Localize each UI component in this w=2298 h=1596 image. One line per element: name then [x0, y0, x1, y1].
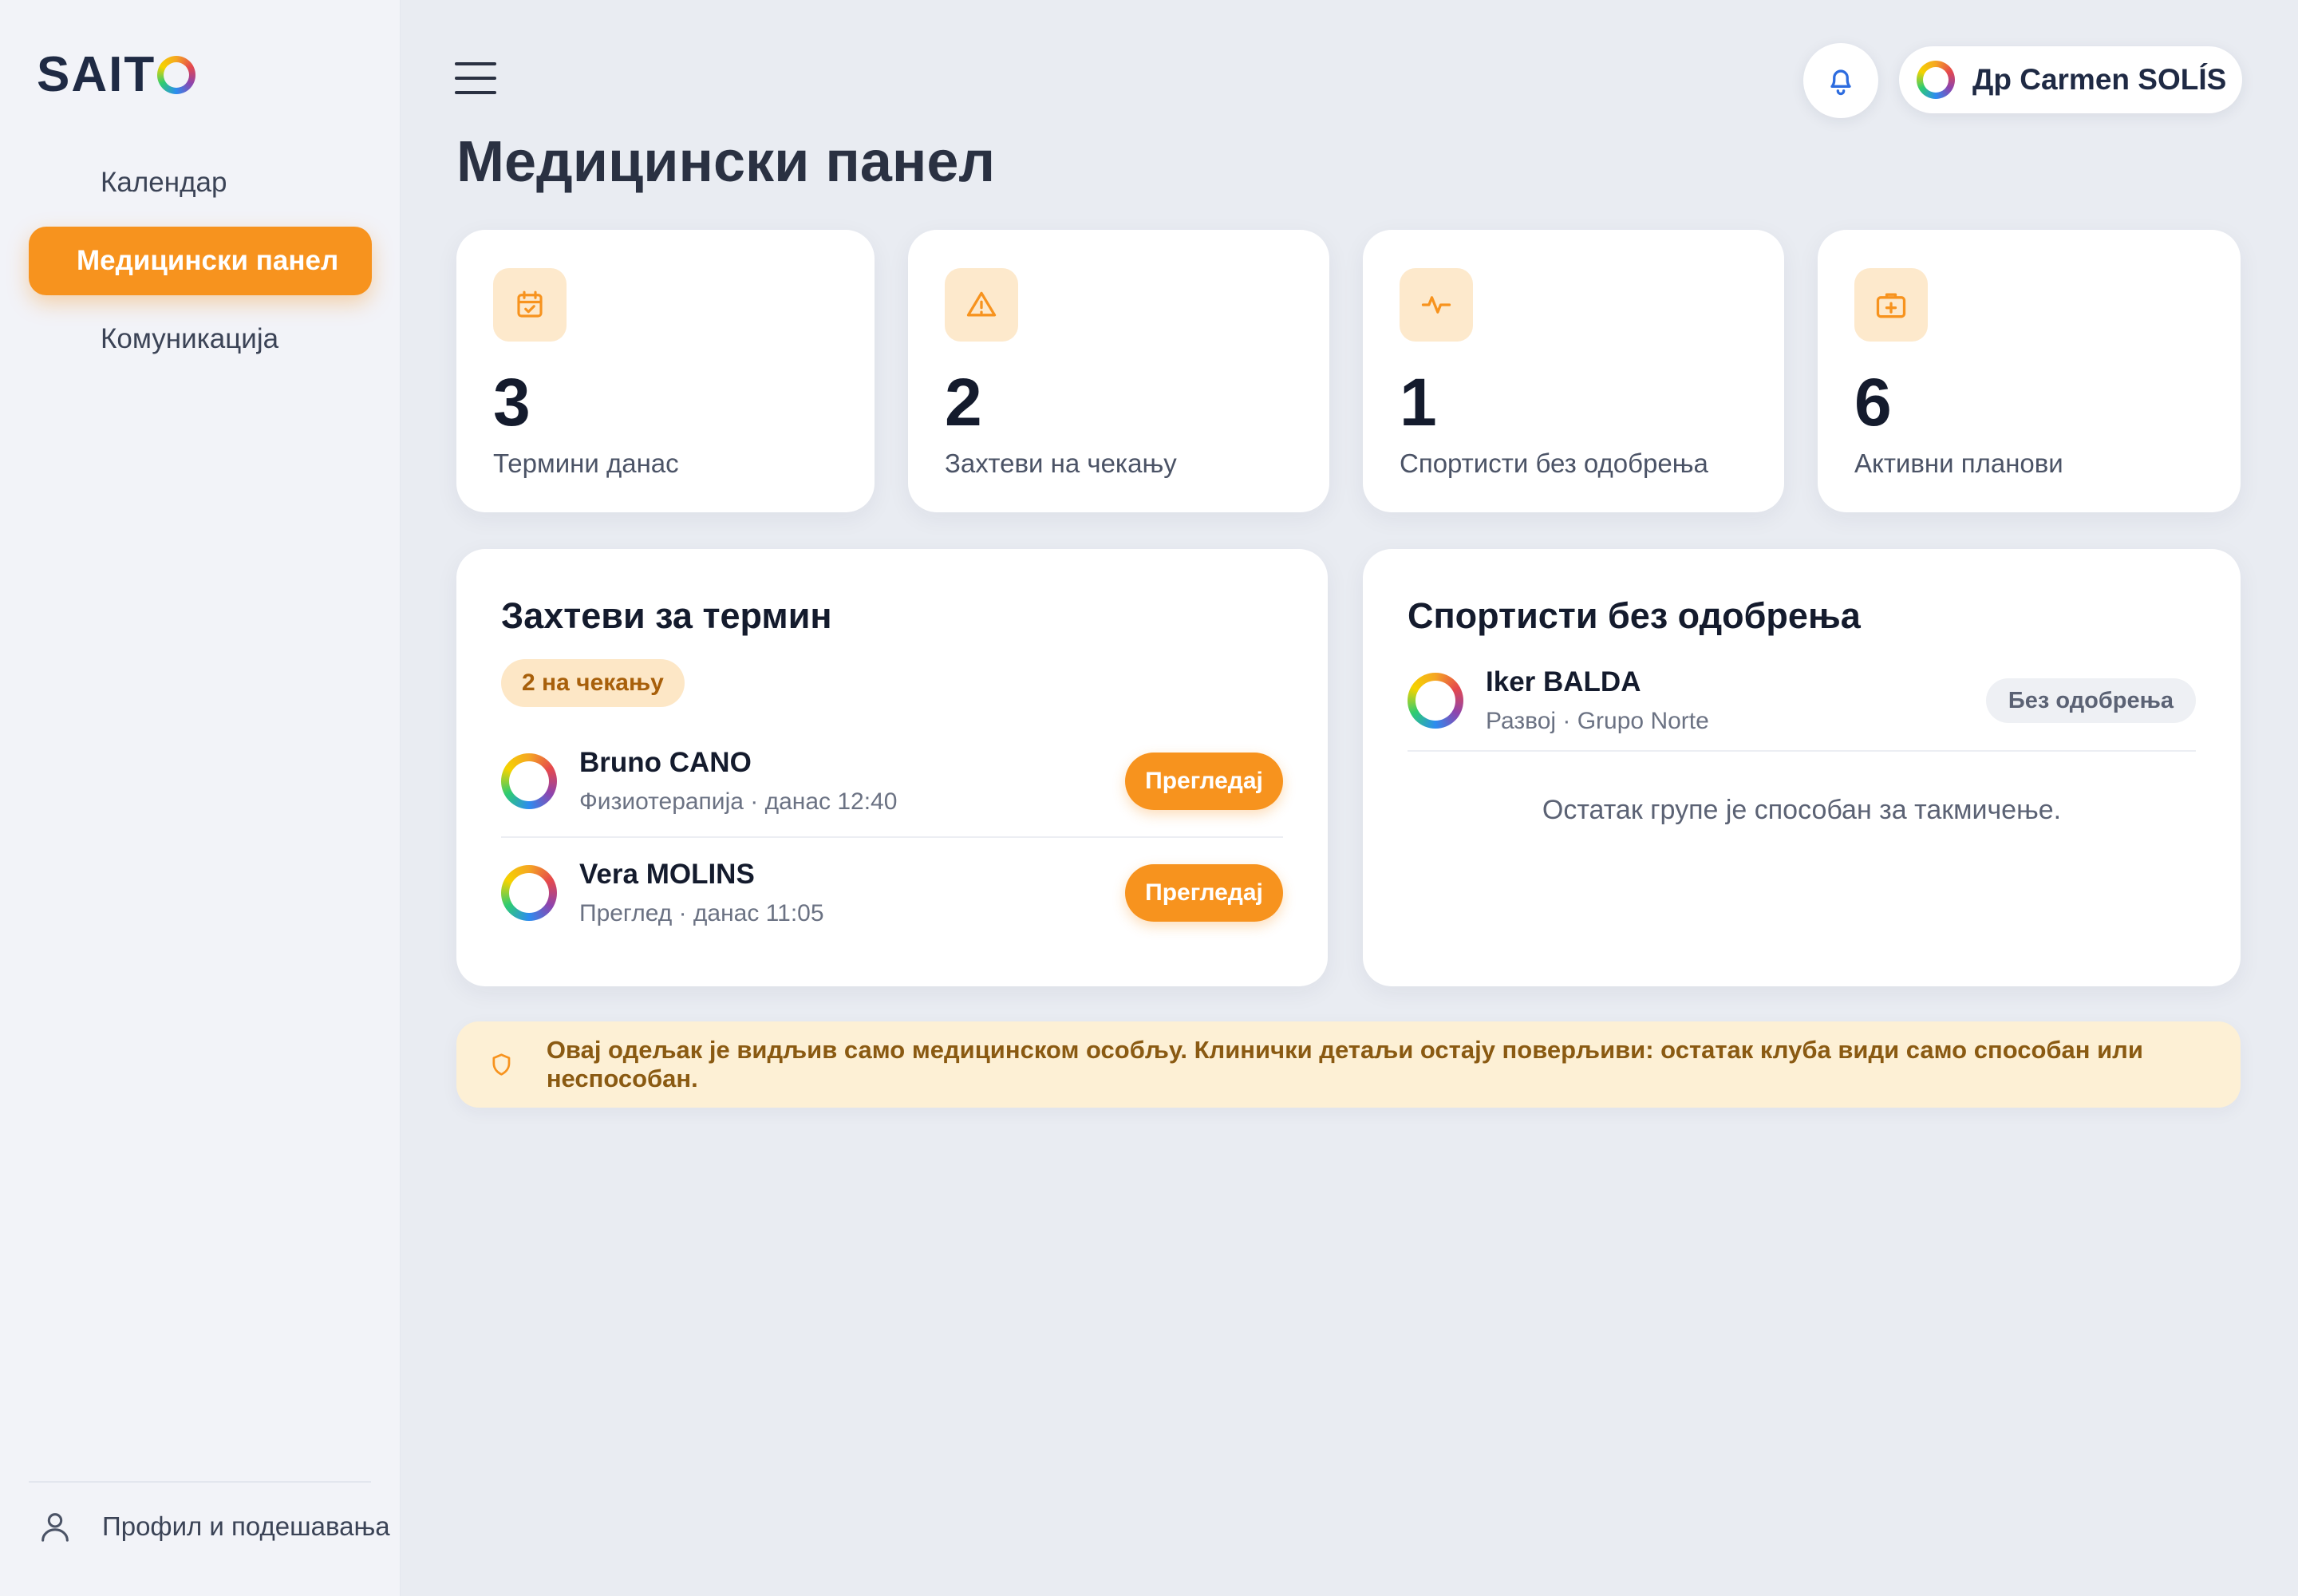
stat-label: Активни планови	[1854, 448, 2063, 478]
notifications-button[interactable]	[1803, 43, 1878, 118]
request-info: Vera MOLINS Преглед · данас 11:05	[579, 859, 1125, 927]
pending-count-badge: 2 на чекању	[501, 659, 685, 707]
confidentiality-notice: Овај одељак је видљив само медицинском о…	[456, 1021, 2241, 1108]
user-menu[interactable]: Др Carmen SOLÍS	[1899, 46, 2242, 113]
notice-text: Овај одељак је видљив само медицинском о…	[546, 1036, 2143, 1092]
shield-icon	[492, 1053, 511, 1076]
sidebar-item-communication[interactable]: Комуникација	[29, 305, 372, 373]
bell-icon	[1830, 69, 1851, 96]
stat-value: 2	[945, 365, 982, 440]
calendar-check-icon	[493, 268, 567, 342]
stat-value: 3	[493, 365, 531, 440]
menu-icon	[455, 62, 496, 94]
user-icon	[41, 1513, 69, 1542]
athlete-name: Vera MOLINS	[579, 859, 755, 890]
user-name: Др Carmen SOLÍS	[1972, 63, 2227, 96]
sidebar-divider	[29, 1481, 371, 1483]
unapproved-athletes-panel: Спортисти без одобрења Iker BALDA Развој…	[1363, 549, 2241, 986]
sidebar-item-label: Календар	[101, 167, 227, 198]
list-item[interactable]: Iker BALDA Развој · Grupo Norte Без одоб…	[1408, 653, 2196, 749]
panel-title: Спортисти без одобрења	[1408, 595, 1861, 636]
list-item: Bruno CANO Физиотерапија · данас 12:40 П…	[501, 729, 1283, 833]
avatar	[501, 753, 557, 809]
list-item: Vera MOLINS Преглед · данас 11:05 Прегле…	[501, 841, 1283, 945]
pulse-icon	[1400, 268, 1473, 342]
stat-label: Термини данас	[493, 448, 679, 478]
sidebar: SAIT Календар Медицински панел Комуникац…	[0, 0, 401, 1596]
review-button[interactable]: Прегледај	[1125, 864, 1283, 922]
warning-icon	[945, 268, 1018, 342]
stat-card-appointments[interactable]: 3 Термини данас	[456, 230, 875, 512]
app-root: SAIT Календар Медицински панел Комуникац…	[0, 0, 2298, 1596]
request-meta: Преглед · данас 11:05	[579, 900, 824, 926]
athlete-name: Iker BALDA	[1486, 666, 1641, 697]
athlete-info: Iker BALDA Развој · Grupo Norte	[1486, 666, 1986, 735]
avatar	[501, 865, 557, 921]
row-divider	[501, 836, 1283, 838]
stat-label: Захтеви на чекању	[945, 448, 1177, 478]
review-button[interactable]: Прегледај	[1125, 753, 1283, 810]
avatar	[1408, 673, 1463, 729]
stat-card-pending-requests[interactable]: 2 Захтеви на чекању	[908, 230, 1329, 512]
stat-card-active-plans[interactable]: 6 Активни планови	[1818, 230, 2241, 512]
sidebar-item-label: Медицински панел	[77, 245, 339, 276]
profile-settings-label: Профил и подешавања	[102, 1511, 390, 1541]
panel-title: Захтеви за термин	[501, 595, 832, 636]
menu-button[interactable]	[453, 59, 498, 97]
athlete-meta: Развој · Grupo Norte	[1486, 708, 1709, 734]
status-badge: Без одобрења	[1985, 678, 2196, 723]
app-logo[interactable]: SAIT	[37, 46, 196, 103]
sidebar-item-medical-panel[interactable]: Медицински панел	[29, 227, 372, 295]
logo-text: SAIT	[37, 47, 156, 102]
request-info: Bruno CANO Физиотерапија · данас 12:40	[579, 747, 1125, 816]
profile-settings-link[interactable]: Профил и подешавања	[37, 1508, 390, 1545]
sidebar-item-label: Комуникација	[101, 323, 279, 354]
fit-status-note: Остатак групе је способан за такмичење.	[1542, 795, 2062, 825]
logo-ring-icon	[157, 55, 196, 94]
page-title: Медицински панел	[456, 130, 996, 194]
sidebar-nav: Календар Медицински панел Комуникација	[29, 148, 372, 383]
avatar	[1917, 61, 1955, 99]
stat-value: 6	[1854, 365, 1892, 440]
stat-label: Спортисти без одобрења	[1400, 448, 1708, 478]
stat-value: 1	[1400, 365, 1437, 440]
sidebar-item-calendar[interactable]: Календар	[29, 148, 372, 217]
row-divider	[1408, 750, 2196, 752]
request-meta: Физиотерапија · данас 12:40	[579, 788, 898, 815]
stat-card-unapproved-athletes[interactable]: 1 Спортисти без одобрења	[1363, 230, 1784, 512]
appointment-requests-panel: Захтеви за термин 2 на чекању Bruno CANO…	[456, 549, 1328, 986]
medkit-icon	[1854, 268, 1928, 342]
athlete-name: Bruno CANO	[579, 747, 752, 778]
